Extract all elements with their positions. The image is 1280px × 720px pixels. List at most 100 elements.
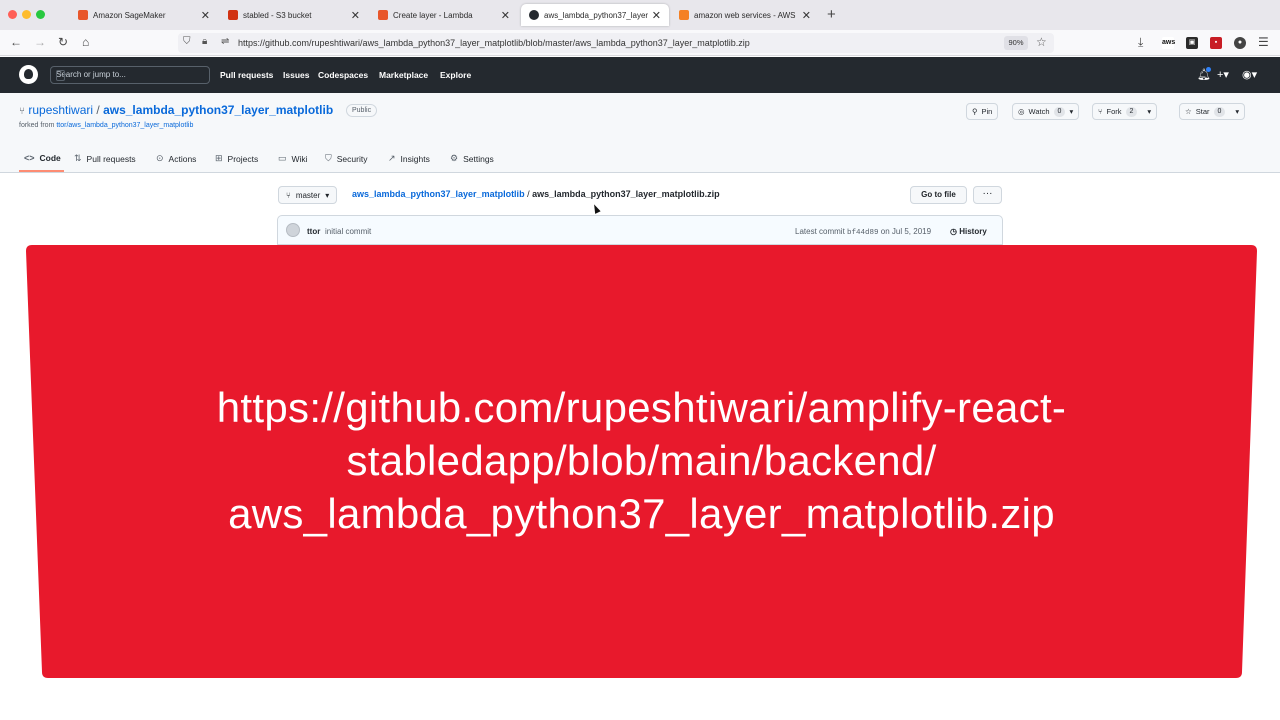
fork-button[interactable]: ⑂ Fork 2 ▾ (1092, 103, 1158, 120)
forked-from-text: forked from ttor/aws_lambda_python37_lay… (19, 122, 194, 129)
github-logo-icon[interactable] (19, 65, 38, 84)
commit-message[interactable]: initial commit (325, 227, 371, 236)
tab-code[interactable]: <> Code (24, 153, 61, 163)
reload-icon[interactable]: ↻ (58, 35, 68, 49)
history-button[interactable]: ◷ History (950, 227, 987, 236)
overlay-url-text: https://github.com/rupeshtiwari/amplify-… (86, 381, 1197, 540)
tab-projects[interactable]: ⊞ Projects (215, 153, 258, 164)
tab-wiki[interactable]: ▭ Wiki (278, 153, 308, 164)
fork-icon: ⑂ (1098, 107, 1103, 116)
close-tab-icon[interactable]: ✕ (201, 9, 210, 22)
github-header: Search or jump to... / Pull requests Iss… (0, 57, 1280, 93)
new-tab-button[interactable]: + (827, 6, 836, 23)
nav-codespaces[interactable]: Codespaces (318, 70, 368, 80)
browser-navbar: ← → ↻ ⌂ ⛉ 🔒︎ ⇌ https://github.com/rupesh… (0, 30, 1280, 56)
maximize-window-button[interactable] (36, 10, 45, 19)
tab-security[interactable]: ⛉ Security (325, 153, 367, 164)
tab-pull-requests[interactable]: ⇅ Pull requests (74, 153, 136, 164)
nav-explore[interactable]: Explore (440, 70, 471, 80)
notification-extension-icon[interactable]: ▪ (1210, 37, 1222, 49)
avatar[interactable] (286, 223, 300, 237)
more-options-button[interactable]: ··· (973, 186, 1002, 204)
repo-title: ⑂ rupeshtiwari / aws_lambda_python37_lay… (19, 103, 334, 117)
user-avatar-icon[interactable]: ◉▾ (1242, 68, 1257, 81)
breadcrumb: aws_lambda_python37_layer_matplotlib / a… (352, 189, 720, 199)
aws-favicon-icon (78, 10, 88, 20)
close-tab-icon[interactable]: ✕ (802, 9, 811, 22)
book-icon: ▭ (278, 153, 287, 163)
branch-select-button[interactable]: ⑂ master ▾ (278, 186, 338, 204)
graph-icon: ↗ (388, 153, 396, 163)
chevron-down-icon: ▾ (1069, 107, 1074, 116)
aws-favicon-icon (228, 10, 238, 20)
repo-header: ⑂ rupeshtiwari / aws_lambda_python37_lay… (0, 93, 1280, 173)
go-to-file-button[interactable]: Go to file (910, 186, 967, 204)
search-input[interactable]: Search or jump to... / (50, 66, 210, 84)
star-count: 0 (1213, 106, 1226, 117)
chevron-down-icon[interactable]: ▾ (1235, 107, 1239, 116)
tab-actions[interactable]: ⊙ Actions (156, 153, 196, 164)
browser-tab-strip: Amazon SageMaker ✕ stabled - S3 bucket ✕… (0, 0, 1280, 30)
url-bar[interactable]: ⛉ 🔒︎ ⇌ https://github.com/rupeshtiwari/a… (178, 33, 1054, 53)
code-icon: <> (24, 153, 35, 163)
aws-extension-icon[interactable]: aws (1162, 37, 1175, 49)
shield-icon[interactable]: ⛉ (183, 36, 191, 47)
close-tab-icon[interactable]: ✕ (351, 9, 360, 22)
pin-icon: ⚲ (972, 107, 978, 116)
star-button[interactable]: ☆ Star 0 ▾ (1179, 103, 1246, 120)
close-window-button[interactable] (8, 10, 17, 19)
notification-dot (1206, 67, 1211, 72)
nav-pull-requests[interactable]: Pull requests (220, 70, 273, 80)
url-text[interactable]: https://github.com/rupeshtiwari/aws_lamb… (238, 38, 750, 48)
play-circle-icon: ⊙ (156, 153, 164, 163)
latest-commit-info: Latest commit bf44d89 on Jul 5, 2019 (795, 227, 932, 237)
nav-marketplace[interactable]: Marketplace (379, 70, 428, 80)
browser-tab-sagemaker[interactable]: Amazon SageMaker ✕ (70, 4, 218, 26)
pin-button[interactable]: ⚲ Pin (966, 103, 999, 120)
browser-tab-stackoverflow[interactable]: amazon web services - AWS La ✕ (671, 4, 819, 26)
bookmark-star-icon[interactable]: ☆ (1036, 35, 1047, 49)
repo-name-link[interactable]: aws_lambda_python37_layer_matplotlib (103, 103, 333, 117)
nav-issues[interactable]: Issues (283, 70, 309, 80)
create-new-plus-icon[interactable]: +▾ (1217, 68, 1229, 81)
mouse-cursor (591, 203, 601, 214)
fork-count: 2 (1125, 106, 1138, 117)
permissions-icon[interactable]: ⇌ (221, 36, 229, 47)
chevron-down-icon[interactable]: ▾ (1147, 107, 1151, 116)
forked-from-link[interactable]: ttor/aws_lambda_python37_layer_matplotli… (56, 122, 193, 129)
repo-forked-icon: ⑂ (19, 106, 25, 117)
menu-icon[interactable]: ☰ (1258, 35, 1269, 49)
browser-tab-lambda[interactable]: Create layer - Lambda ✕ (370, 4, 518, 26)
active-tab-underline (19, 170, 64, 172)
home-icon[interactable]: ⌂ (82, 35, 89, 49)
shield-icon: ⛉ (325, 153, 332, 163)
browser-tab-s3[interactable]: stabled - S3 bucket ✕ (220, 4, 368, 26)
extension-icon[interactable]: ▣ (1186, 37, 1198, 49)
commit-sha[interactable]: bf44d89 (847, 229, 879, 237)
browser-tab-github[interactable]: aws_lambda_python37_layer_m ✕ (521, 4, 669, 26)
lock-icon[interactable]: 🔒︎ (202, 36, 207, 47)
stackoverflow-favicon-icon (679, 10, 689, 20)
tab-settings[interactable]: ⚙ Settings (450, 153, 494, 164)
pull-request-icon: ⇅ (74, 153, 82, 163)
forward-arrow-icon[interactable]: → (34, 35, 46, 49)
github-favicon-icon (529, 10, 539, 20)
commit-author[interactable]: ttor (307, 227, 320, 236)
watch-button[interactable]: ◎ Watch 0 ▾ (1012, 103, 1080, 120)
overlay-line-2: stabledapp/blob/main/backend/ (346, 437, 937, 484)
eye-icon: ◎ (1018, 107, 1025, 116)
downloads-icon[interactable]: ⤓ (1138, 35, 1143, 50)
close-tab-icon[interactable]: ✕ (652, 9, 661, 22)
breadcrumb-repo-link[interactable]: aws_lambda_python37_layer_matplotlib (352, 189, 525, 199)
minimize-window-button[interactable] (22, 10, 31, 19)
zoom-level[interactable]: 90% (1004, 36, 1028, 50)
chevron-down-icon: ▾ (325, 190, 330, 200)
branch-icon: ⑂ (286, 190, 291, 200)
lambda-favicon-icon (378, 10, 388, 20)
back-arrow-icon[interactable]: ← (10, 35, 22, 49)
tab-insights[interactable]: ↗ Insights (388, 153, 430, 164)
repo-owner-link[interactable]: rupeshtiwari (28, 103, 93, 117)
close-tab-icon[interactable]: ✕ (501, 9, 510, 22)
profile-extension-icon[interactable]: ● (1234, 37, 1246, 49)
overlay-line-1: https://github.com/rupeshtiwari/amplify-… (216, 384, 1067, 431)
